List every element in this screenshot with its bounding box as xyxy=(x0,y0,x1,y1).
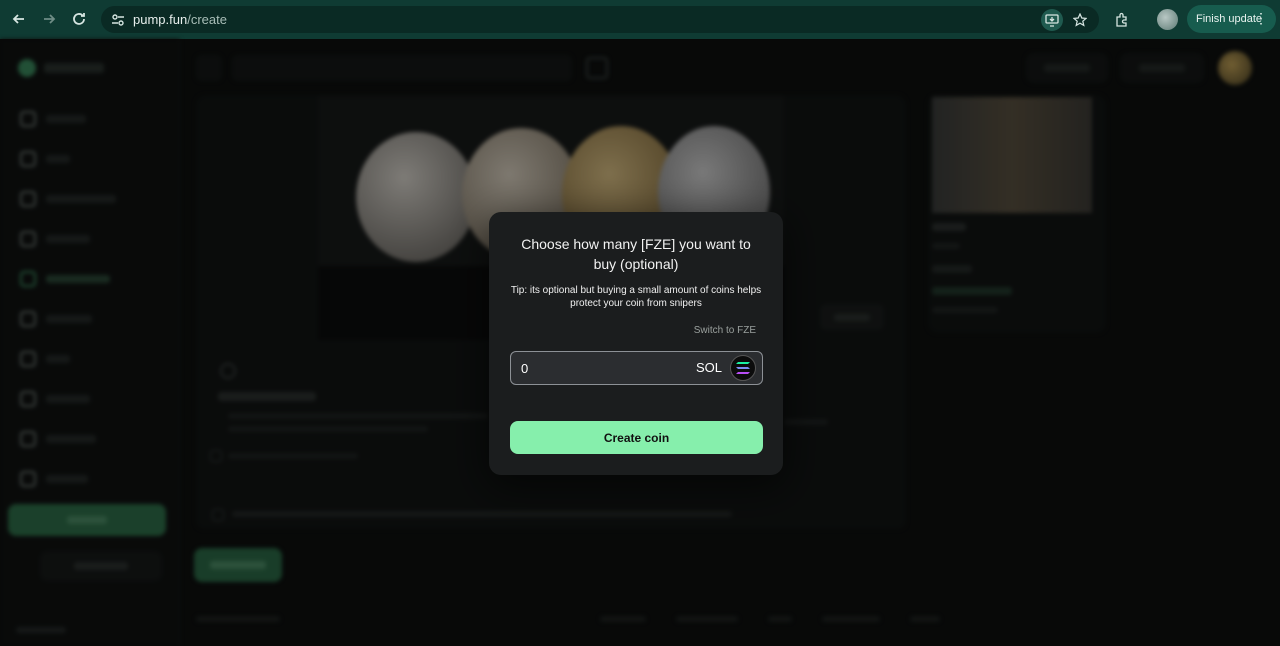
finish-update-button[interactable]: Finish update ⋮ xyxy=(1187,5,1276,33)
address-bar[interactable]: pump.fun/create xyxy=(101,6,1099,33)
finish-update-label: Finish update xyxy=(1196,13,1263,25)
amount-field[interactable]: SOL xyxy=(510,351,763,385)
bookmark-star-icon[interactable] xyxy=(1069,9,1091,31)
more-menu-icon[interactable]: ⋮ xyxy=(1254,10,1268,27)
solana-icon xyxy=(730,355,756,381)
modal-tip: Tip: its optional but buying a small amo… xyxy=(510,285,762,309)
create-coin-button[interactable]: Create coin xyxy=(510,421,763,454)
url-text: pump.fun/create xyxy=(133,12,227,27)
back-icon[interactable] xyxy=(4,4,34,34)
reload-icon[interactable] xyxy=(64,4,94,34)
extensions-icon[interactable] xyxy=(1111,9,1133,31)
modal-title: Choose how many [FZE] you want to buy (o… xyxy=(521,236,751,272)
currency-label: SOL xyxy=(695,360,722,375)
forward-icon[interactable] xyxy=(34,4,64,34)
profile-avatar[interactable] xyxy=(1157,9,1178,30)
switch-currency-link[interactable]: Switch to FZE xyxy=(694,325,756,336)
amount-input[interactable] xyxy=(521,360,671,376)
browser-toolbar: pump.fun/create Finish update ⋮ xyxy=(0,0,1280,39)
install-app-icon[interactable] xyxy=(1041,9,1063,31)
site-settings-icon[interactable] xyxy=(109,11,127,29)
buy-modal: Choose how many [FZE] you want to buy (o… xyxy=(489,212,783,475)
